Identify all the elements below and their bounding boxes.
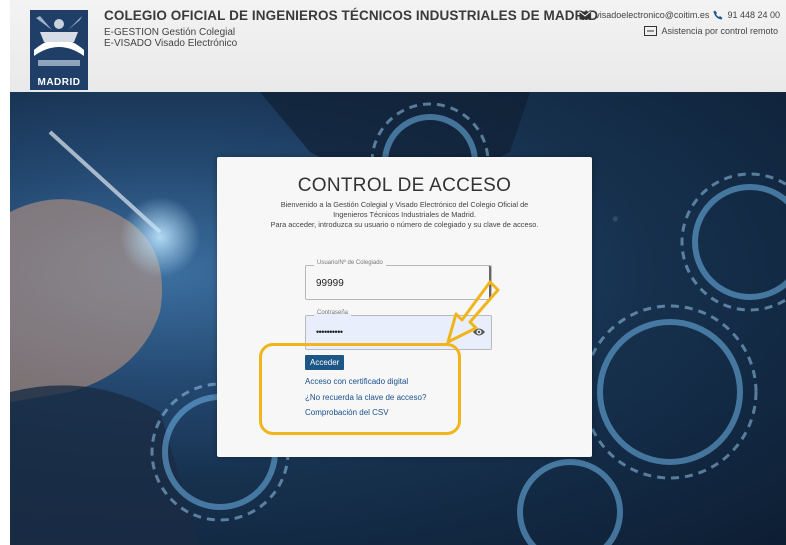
- username-value[interactable]: 99999: [316, 278, 344, 289]
- site-header: MADRID COLEGIO OFICIAL DE INGENIEROS TÉC…: [10, 0, 786, 93]
- username-label: Usuario/Nº de Colegiado: [314, 260, 386, 266]
- envelope-icon: [579, 10, 592, 19]
- logo-emblem-icon: [30, 10, 88, 72]
- college-logo[interactable]: MADRID: [30, 10, 88, 90]
- contact-email[interactable]: visadoelectronico@coitim.es: [595, 10, 709, 20]
- contact-phone[interactable]: 91 448 24 00: [727, 10, 780, 20]
- page-frame: MADRID COLEGIO OFICIAL DE INGENIEROS TÉC…: [10, 0, 786, 545]
- organization-title: COLEGIO OFICIAL DE INGENIEROS TÉCNICOS I…: [104, 8, 599, 23]
- remote-assistance-label: Asistencia por control remoto: [661, 26, 778, 36]
- phone-icon: [713, 10, 723, 20]
- password-value[interactable]: ••••••••••: [316, 327, 343, 337]
- login-description: Bienvenido a la Gestión Colegial y Visad…: [231, 200, 578, 230]
- contact-info: visadoelectronico@coitim.es 91 448 24 00: [579, 10, 780, 20]
- subtitle-gestion: E-GESTION Gestión Colegial: [104, 27, 236, 38]
- login-title: CONTROL DE ACCESO: [297, 175, 512, 196]
- logo-text: MADRID: [30, 76, 88, 90]
- subtitle-visado: E-VISADO Visado Electrónico: [104, 38, 238, 49]
- remote-assistance-link[interactable]: Asistencia por control remoto: [644, 26, 778, 36]
- remote-screen-icon: [644, 26, 658, 36]
- highlight-annotation: [259, 343, 461, 435]
- arrow-annotation-icon: [446, 280, 500, 344]
- password-label: Contraseña: [314, 310, 352, 316]
- description-line: Ingenieros Técnicos Industriales de Madr…: [333, 210, 476, 219]
- description-line: Bienvenido a la Gestión Colegial y Visad…: [280, 200, 529, 209]
- description-line: Para acceder, introduzca su usuario o nú…: [270, 220, 539, 229]
